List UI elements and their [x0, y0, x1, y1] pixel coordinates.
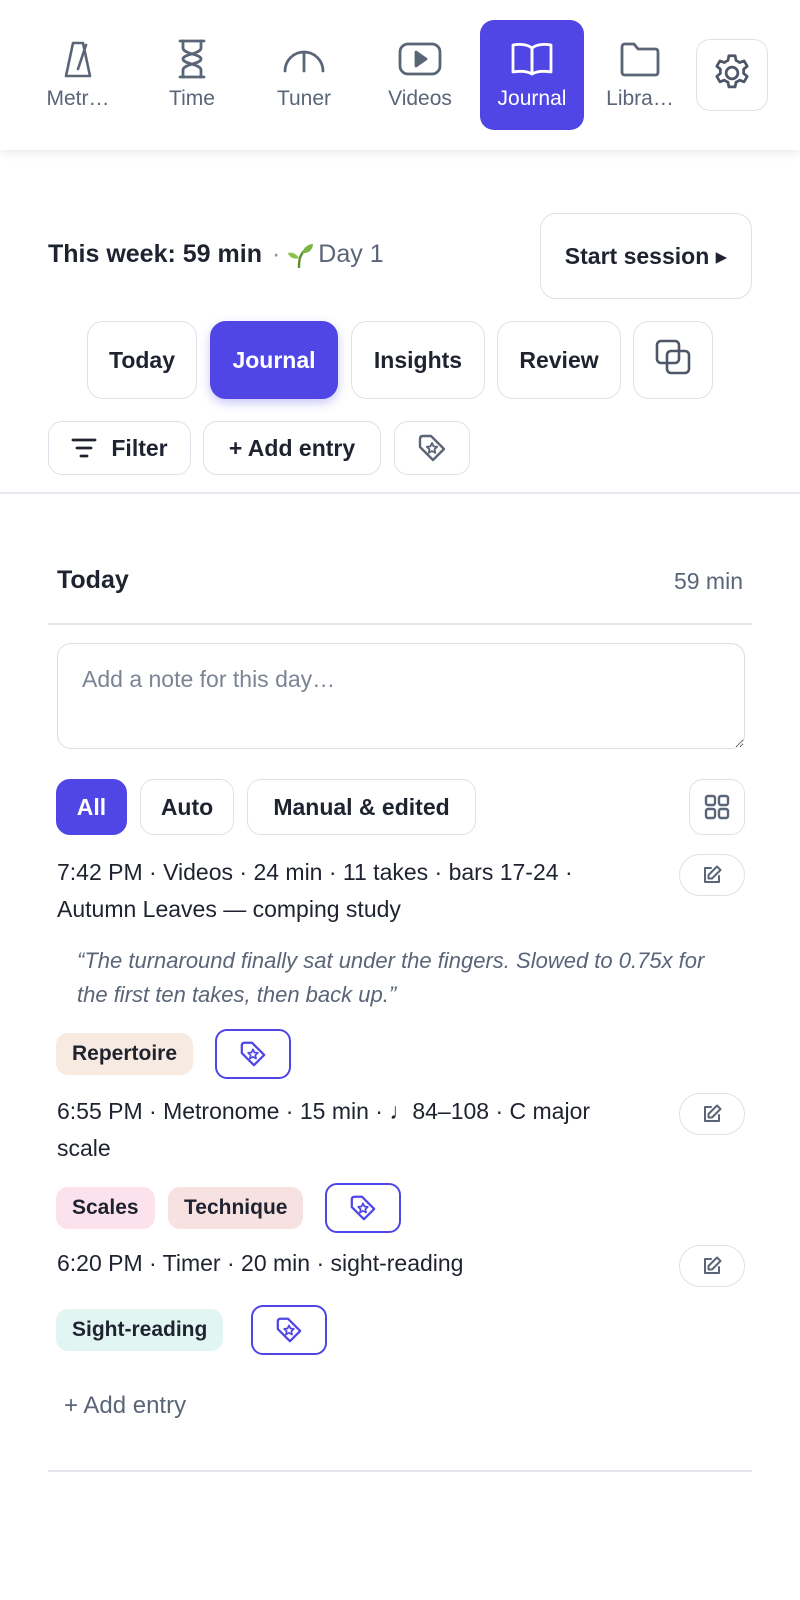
nav-label: Tuner	[276, 87, 332, 110]
tab-review[interactable]: Review	[497, 321, 621, 399]
tags-button[interactable]	[394, 421, 470, 475]
separator: ·	[271, 240, 281, 268]
edit-entry-button[interactable]	[679, 1093, 745, 1135]
day-note-input[interactable]	[57, 643, 745, 749]
filter-all[interactable]: All	[56, 779, 127, 835]
nav-label: Metr…	[46, 87, 110, 110]
entry-summary: scale	[57, 1135, 111, 1161]
add-entry-button[interactable]: + Add entry	[203, 421, 381, 475]
sprout-icon	[286, 242, 314, 268]
entry-summary: Autumn Leaves — comping study	[57, 896, 401, 922]
overlap-squares-icon	[654, 338, 692, 382]
filter-button[interactable]: Filter	[48, 421, 191, 475]
week-total: This week: 59 min	[48, 240, 262, 268]
folder-icon	[617, 37, 663, 81]
tag-star-icon	[275, 1316, 303, 1344]
top-navigation: Metr… Time Tuner Videos Journal Libra…	[0, 0, 800, 150]
tab-journal[interactable]: Journal	[210, 321, 338, 399]
nav-item-library[interactable]: Libra…	[588, 20, 692, 130]
edit-entry-button[interactable]	[679, 1245, 745, 1287]
add-entry-link[interactable]: + Add entry	[64, 1392, 186, 1420]
tag-chip: Technique	[168, 1187, 304, 1229]
entry-summary: 6:55 PM · Metronome · 15 min · ♩84–108 ·…	[57, 1098, 591, 1124]
week-summary: This week: 59 min · Day 1	[48, 240, 384, 269]
filter-lines-icon	[71, 437, 97, 459]
add-tag-button[interactable]	[215, 1029, 291, 1079]
tag-chip: Scales	[56, 1187, 155, 1229]
section-divider	[48, 1470, 752, 1472]
tab-today[interactable]: Today	[87, 321, 197, 399]
add-tag-button[interactable]	[251, 1305, 327, 1355]
day-divider	[48, 623, 752, 625]
section-divider	[0, 492, 800, 494]
nav-item-videos[interactable]: Videos	[368, 20, 472, 130]
day-title: Today	[57, 566, 129, 594]
filter-auto[interactable]: Auto	[140, 779, 234, 835]
tag-star-icon	[417, 433, 447, 463]
edit-pencil-icon	[701, 1103, 723, 1125]
nav-item-journal[interactable]: Journal	[480, 20, 584, 130]
nav-item-tuner[interactable]: Tuner	[252, 20, 356, 130]
add-tag-button[interactable]	[325, 1183, 401, 1233]
hourglass-icon	[169, 37, 215, 81]
gear-icon	[710, 51, 754, 100]
nav-label: Journal	[497, 87, 567, 110]
tag-star-icon	[239, 1040, 267, 1068]
tag-chip: Repertoire	[56, 1033, 194, 1075]
start-session-button[interactable]: Start session ▸	[540, 213, 752, 299]
open-book-icon	[509, 37, 555, 81]
edit-entry-button[interactable]	[679, 854, 745, 896]
entry-summary: 6:20 PM · Timer · 20 min · sight-reading	[57, 1250, 464, 1276]
filter-label: Filter	[111, 434, 168, 461]
day-total: 59 min	[673, 568, 743, 594]
nav-label: Videos	[388, 87, 452, 110]
entry-quote: “The turnaround finally sat under the fi…	[77, 948, 705, 1007]
filter-manual-edited[interactable]: Manual & edited	[247, 779, 476, 835]
metronome-icon	[55, 37, 101, 81]
nav-label: Libra…	[606, 87, 674, 110]
edit-pencil-icon	[701, 864, 723, 886]
nav-item-metronome[interactable]: Metr…	[26, 20, 130, 130]
streak-day: Day 1	[318, 240, 384, 268]
compare-button[interactable]	[633, 321, 713, 399]
edit-pencil-icon	[701, 1255, 723, 1277]
grid-icon	[703, 793, 731, 821]
settings-button[interactable]	[696, 39, 768, 111]
nav-item-time[interactable]: Time	[140, 20, 244, 130]
tag-chip: Sight-reading	[56, 1309, 224, 1351]
tag-star-icon	[349, 1194, 377, 1222]
tab-insights[interactable]: Insights	[351, 321, 485, 399]
nav-label: Time	[169, 87, 215, 110]
entry-summary: 7:42 PM · Videos · 24 min · 11 takes · b…	[57, 859, 573, 885]
video-play-icon	[397, 37, 443, 81]
tuner-gauge-icon	[281, 37, 327, 81]
grid-view-button[interactable]	[689, 779, 745, 835]
